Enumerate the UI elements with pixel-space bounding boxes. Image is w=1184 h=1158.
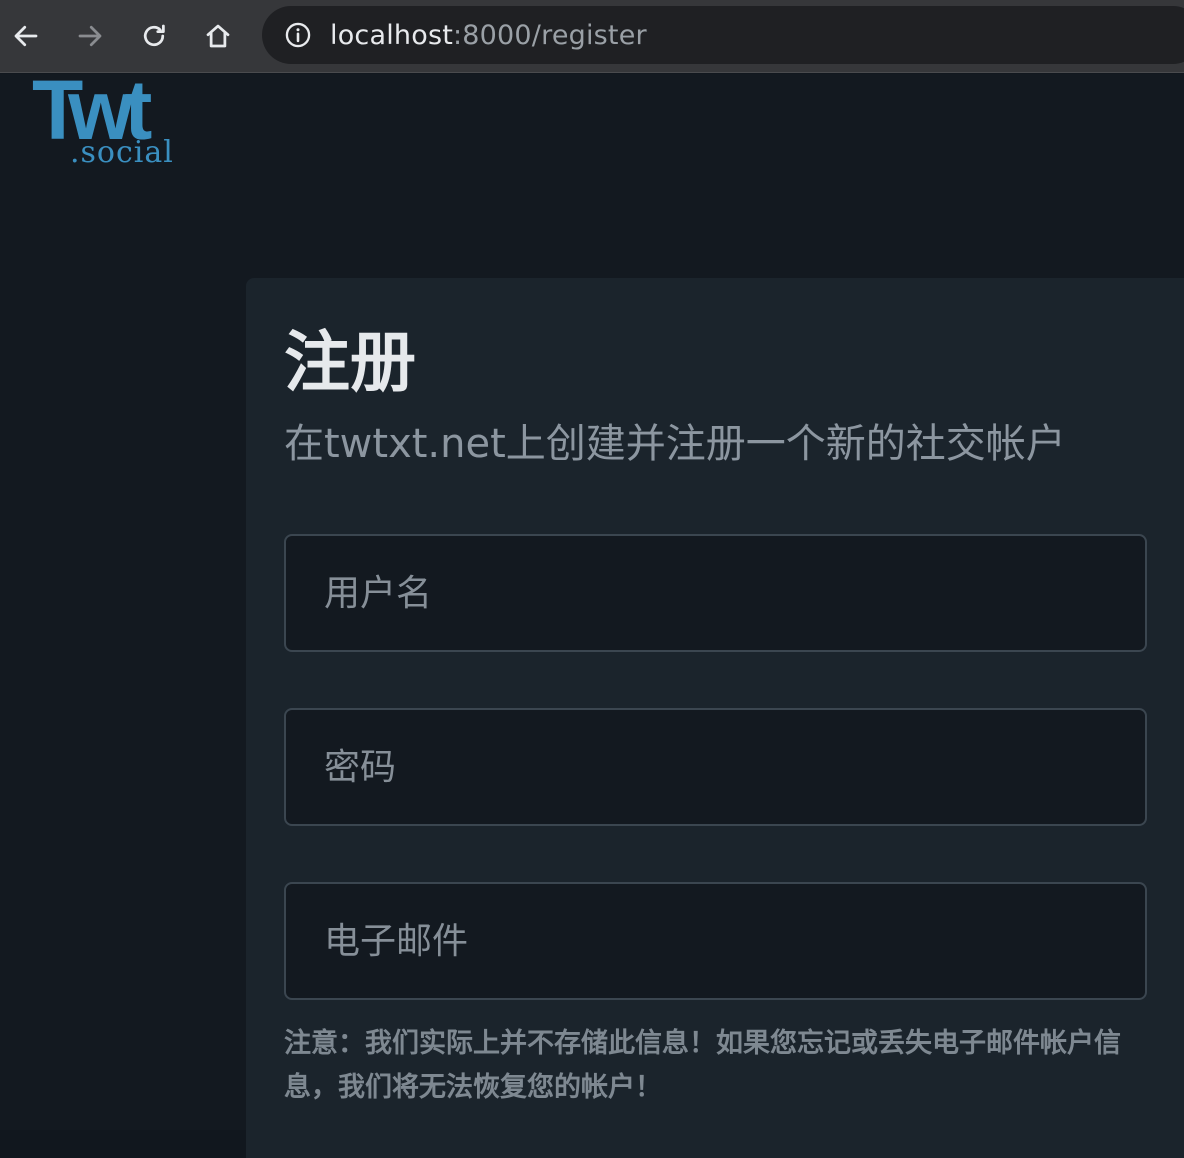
reload-icon <box>143 24 165 47</box>
site-info-icon[interactable] <box>284 21 312 49</box>
home-icon <box>206 24 230 48</box>
username-input[interactable] <box>284 534 1147 652</box>
page-content: Twt .social 注册 在twtxt.net上创建并注册一个新的社交帐户 … <box>0 68 1184 1158</box>
reload-button[interactable] <box>130 12 178 60</box>
logo-suffix: .social <box>70 135 174 170</box>
address-bar[interactable]: localhost:8000/register <box>262 6 1184 64</box>
url-text[interactable]: localhost:8000/register <box>330 20 647 51</box>
password-input[interactable] <box>284 708 1147 826</box>
privacy-note: 注意：我们实际上并不存储此信息！如果您忘记或丢失电子邮件帐户信息，我们将无法恢复… <box>284 1028 1121 1103</box>
site-logo[interactable]: Twt .social <box>32 68 212 174</box>
page-subtitle: 在twtxt.net上创建并注册一个新的社交帐户 <box>284 421 1066 467</box>
page-title: 注册 <box>284 324 416 401</box>
arrow-left-icon <box>14 25 38 47</box>
home-button[interactable] <box>194 12 242 60</box>
browser-toolbar: localhost:8000/register <box>0 0 1184 73</box>
arrow-right-icon <box>78 25 102 47</box>
register-card: 注册 在twtxt.net上创建并注册一个新的社交帐户 注意：我们实际上并不存储… <box>246 278 1184 1158</box>
forward-button[interactable] <box>66 12 114 60</box>
url-path: :8000/register <box>453 19 647 51</box>
back-button[interactable] <box>2 12 50 60</box>
email-input[interactable] <box>284 882 1147 1000</box>
url-host: localhost <box>330 19 453 51</box>
